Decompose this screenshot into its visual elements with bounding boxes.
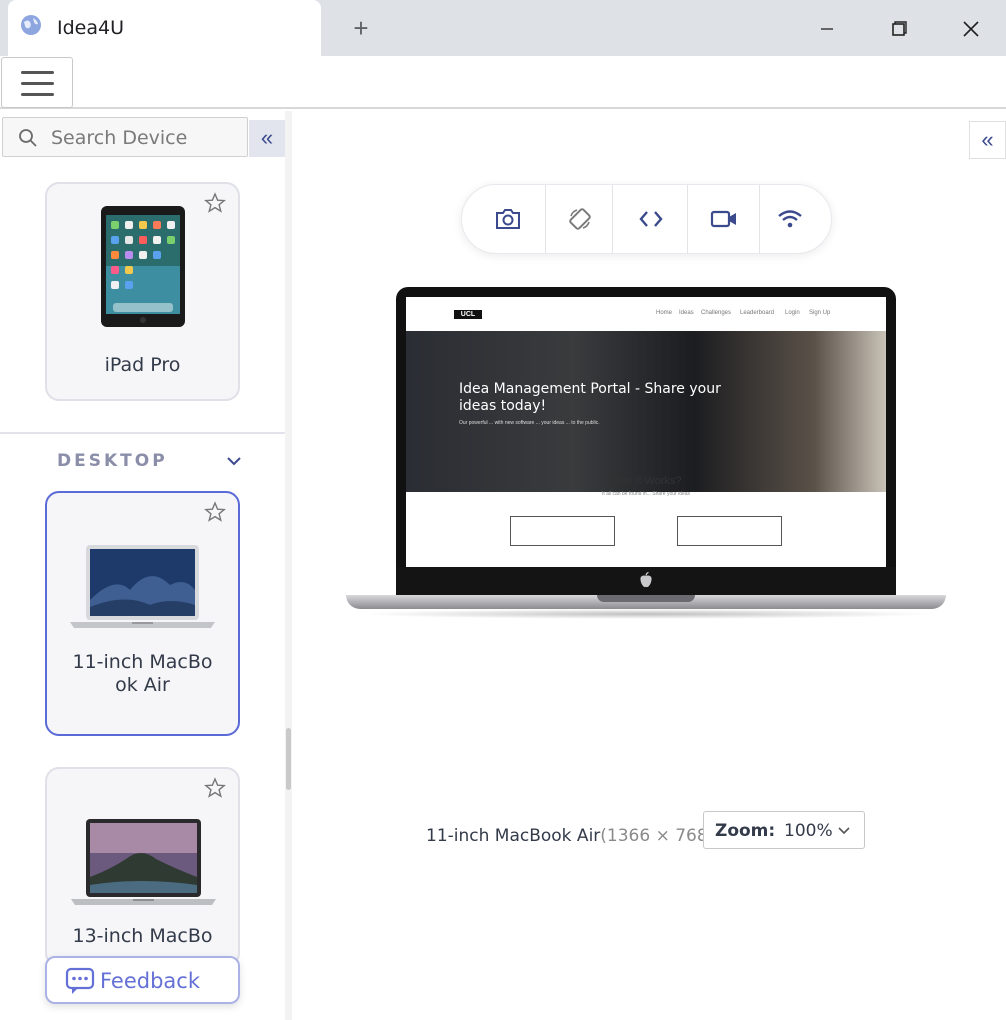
- zoom-select[interactable]: Zoom: 100%: [703, 811, 865, 849]
- device-card-13-inch-macbook[interactable]: 13-inch MacBo: [45, 767, 240, 967]
- video-icon: [710, 210, 736, 228]
- rotate-button[interactable]: [546, 185, 613, 253]
- star-icon[interactable]: [204, 501, 226, 523]
- wifi-icon: [778, 210, 802, 228]
- network-button[interactable]: [760, 185, 833, 253]
- preview-menu-item: Ideas: [679, 310, 694, 316]
- search-field[interactable]: Search Device: [2, 117, 248, 157]
- preview-feature-box: [677, 516, 782, 546]
- device-name: 11-inch MacBook Air: [426, 826, 601, 846]
- menu-button[interactable]: [1, 57, 73, 108]
- preview-menu-item: Login: [785, 310, 800, 316]
- section-divider: [0, 432, 285, 434]
- code-icon: [639, 211, 663, 227]
- preview-area: « UCL Home Ideas Challenges Leaderboard …: [293, 111, 1006, 1020]
- rotate-icon: [569, 208, 591, 230]
- device-card-ipad-pro[interactable]: iPad Pro: [45, 182, 240, 401]
- preview-menu-item: Home: [656, 310, 673, 316]
- device-sidebar: Search Device « iPad Pro DESKTOP 11-inch…: [0, 111, 292, 1020]
- preview-hero-title: Idea Management Portal - Share your idea…: [459, 381, 721, 414]
- browser-tab[interactable]: Idea4U: [8, 0, 321, 56]
- record-button[interactable]: [688, 185, 760, 253]
- browser-titlebar: Idea4U +: [0, 0, 1006, 56]
- search-icon: [19, 129, 37, 147]
- zoom-label: Zoom:: [715, 821, 776, 841]
- hamburger-line: [21, 71, 54, 74]
- preview-menu-item: Sign Up: [809, 310, 831, 316]
- device-card-label: iPad Pro: [104, 354, 181, 376]
- macbook-image: [71, 819, 216, 905]
- feedback-button[interactable]: Feedback: [45, 956, 240, 1004]
- macbook-air-image: [70, 545, 215, 628]
- globe-icon: [21, 15, 41, 35]
- device-card-label: 11-inch MacBo ok Air: [72, 651, 213, 696]
- chevron-down-icon[interactable]: [226, 453, 242, 469]
- star-icon[interactable]: [204, 777, 226, 799]
- device-card-11-inch-macbook-air[interactable]: 11-inch MacBo ok Air: [45, 491, 240, 736]
- preview-hero: Idea Management Portal - Share your idea…: [406, 331, 886, 492]
- code-button[interactable]: [613, 185, 688, 253]
- device-card-label: 13-inch MacBo: [72, 925, 213, 947]
- preview-site-nav: UCL Home Ideas Challenges Leaderboard Lo…: [406, 297, 886, 331]
- section-heading-desktop[interactable]: DESKTOP: [57, 451, 168, 471]
- screenshot-button[interactable]: [462, 185, 546, 253]
- preview-hero-subtitle: Our powerful ... with new software ... y…: [459, 420, 600, 426]
- star-icon[interactable]: [204, 192, 226, 214]
- preview-menu-item: Challenges: [701, 310, 732, 316]
- hamburger-line: [21, 82, 54, 85]
- device-resolution: (1366 × 768): [600, 826, 715, 846]
- preview-site-logo: UCL: [454, 310, 482, 319]
- preview-how-title: How It Works?: [610, 475, 682, 487]
- device-preview-frame[interactable]: UCL Home Ideas Challenges Leaderboard Lo…: [406, 297, 886, 567]
- collapse-right-panel-button[interactable]: «: [969, 121, 1006, 159]
- preview-menu-item: Leaderboard: [740, 310, 775, 316]
- tab-title: Idea4U: [57, 17, 124, 39]
- camera-icon: [496, 209, 520, 229]
- sidebar-scrollbar[interactable]: [285, 111, 292, 1020]
- close-icon[interactable]: [956, 14, 986, 44]
- hamburger-line: [21, 93, 54, 96]
- laptop-shadow: [356, 609, 936, 619]
- apple-logo-icon: [640, 572, 652, 588]
- chat-icon: [65, 967, 95, 994]
- maximize-icon[interactable]: [884, 14, 914, 44]
- zoom-value: 100%: [784, 821, 833, 841]
- laptop-notch: [597, 595, 695, 602]
- app-toolbar: [0, 56, 1006, 109]
- feedback-label: Feedback: [100, 969, 201, 993]
- search-input[interactable]: Search Device: [51, 127, 187, 149]
- device-status: 11-inch MacBook Air(1366 × 768): [426, 826, 714, 846]
- preview-feature-box: [510, 516, 615, 546]
- chevron-down-icon: [838, 827, 850, 835]
- collapse-sidebar-button[interactable]: «: [249, 120, 285, 157]
- ipad-image: [101, 206, 185, 327]
- minimize-icon[interactable]: [812, 14, 842, 44]
- sidebar-scroll-thumb[interactable]: [286, 728, 291, 790]
- new-tab-button[interactable]: +: [347, 14, 375, 42]
- preview-how-subtitle: It all can be found in... Share your ide…: [601, 491, 691, 497]
- preview-toolbar: [461, 184, 832, 254]
